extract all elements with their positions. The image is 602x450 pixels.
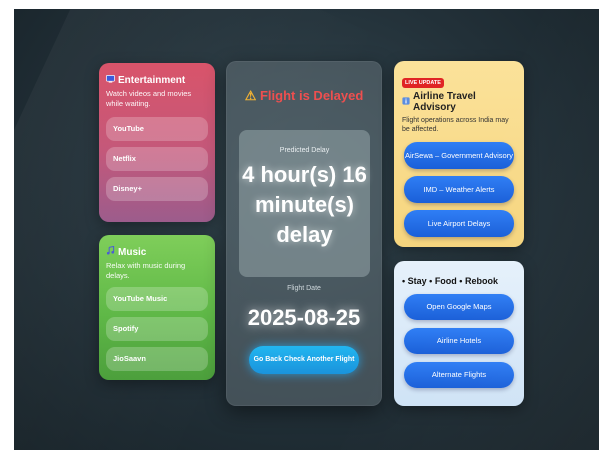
imd-weather-alerts-button[interactable]: IMD – Weather Alerts [404,176,514,203]
entertainment-heading: Entertainment [106,74,208,86]
stay-food-rebook-card: • Stay • Food • Rebook Open Google Maps … [394,261,524,406]
predicted-delay-label: Predicted Delay [279,147,330,154]
music-subtitle: Relax with music during delays. [106,261,186,280]
alternate-flights-button[interactable]: Alternate Flights [404,362,514,388]
info-icon [402,96,410,108]
go-back-button[interactable]: Go Back Check Another Flight [249,346,359,374]
youtube-music-link[interactable]: YouTube Music [106,287,208,311]
music-note-icon [106,245,115,258]
airsewa-advisory-button[interactable]: AirSewa – Government Advisory [404,142,514,169]
music-card: Music Relax with music during delays. Yo… [99,235,215,380]
spotify-link[interactable]: Spotify [106,317,208,341]
tv-icon [106,74,115,86]
delay-status-card: ⚠ Flight is Delayed Predicted Delay 4 ho… [226,61,382,406]
live-update-badge: LIVE UPDATE [402,78,444,88]
app-background: Entertainment Watch videos and movies wh… [14,9,599,450]
live-airport-delays-button[interactable]: Live Airport Delays [404,210,514,237]
music-title: Music [118,246,147,258]
warning-icon: ⚠ [244,88,257,103]
delay-title: Flight is Delayed [259,88,364,103]
disney-plus-link[interactable]: Disney+ [106,177,208,201]
travel-advisory-card: LIVE UPDATE Airline Travel Advisory Flig… [394,61,524,247]
advisory-title: Airline Travel Advisory [413,91,476,113]
entertainment-title: Entertainment [118,74,186,86]
predicted-delay-value: 4 hour(s) 16 minute(s) delay [242,162,367,247]
jiosaavn-link[interactable]: JioSaavn [106,347,208,371]
open-google-maps-button[interactable]: Open Google Maps [404,294,514,320]
advisory-heading: Airline Travel Advisory [402,91,516,113]
youtube-link[interactable]: YouTube [106,117,208,141]
predicted-delay-box: Predicted Delay 4 hour(s) 16 minute(s) d… [239,130,370,277]
entertainment-card: Entertainment Watch videos and movies wh… [99,63,215,222]
music-heading: Music [106,245,208,258]
flight-date-label: Flight Date [287,285,321,292]
stay-food-rebook-title: • Stay • Food • Rebook [402,276,498,286]
delay-heading: ⚠ Flight is Delayed [227,88,381,104]
advisory-subtitle: Flight operations across India may be af… [402,117,509,133]
airline-hotels-button[interactable]: Airline Hotels [404,328,514,354]
netflix-link[interactable]: Netflix [106,147,208,171]
entertainment-subtitle: Watch videos and movies while waiting. [106,89,192,108]
flight-date-value: 2025-08-25 [247,305,361,330]
